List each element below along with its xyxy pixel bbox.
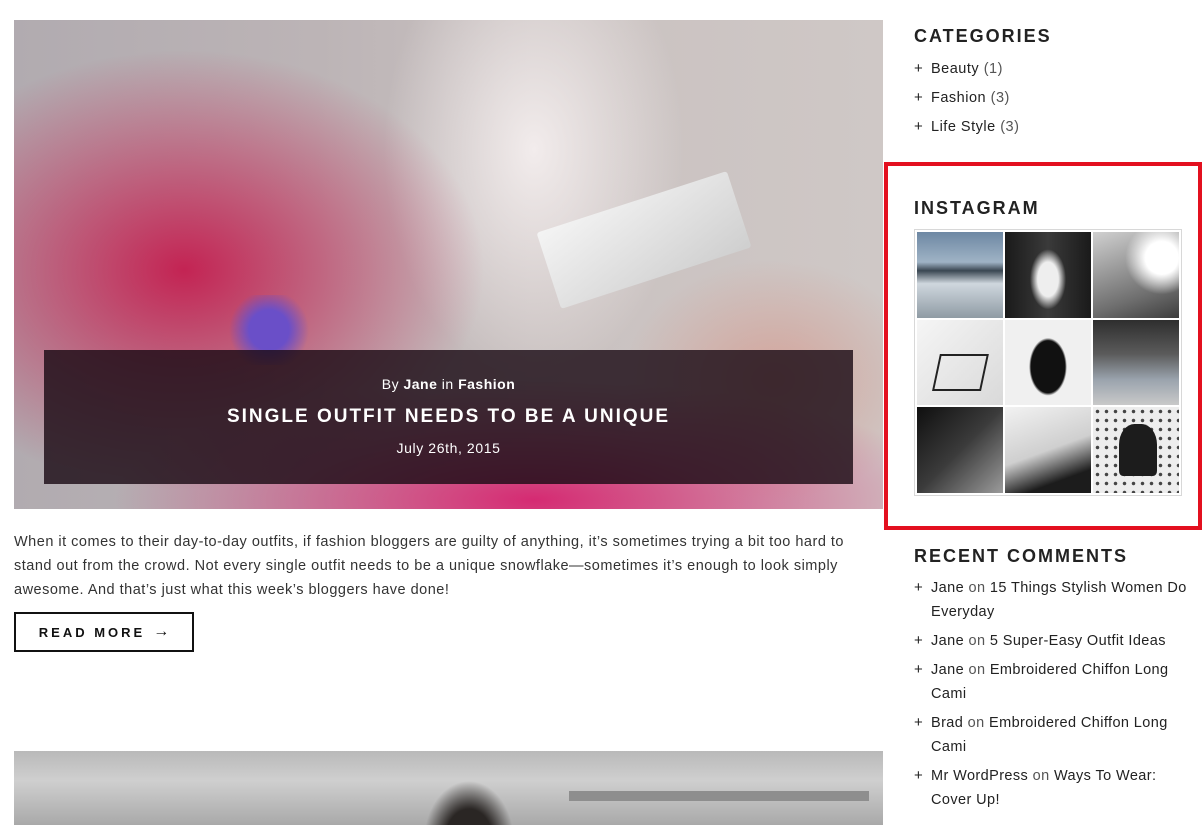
plus-icon: + [914, 118, 924, 135]
plus-icon: + [914, 579, 924, 596]
comment-on: on [1032, 768, 1050, 784]
recent-comments-list: + Jane on 15 Things Stylish Women Do Eve… [914, 576, 1194, 817]
plus-icon: + [914, 714, 924, 731]
post-author-link[interactable]: Jane [403, 376, 437, 392]
category-count: (3) [1000, 119, 1020, 135]
post-header-overlay: By Jane in Fashion SINGLE OUTFIT NEEDS T… [44, 350, 853, 484]
instagram-photo-watch[interactable] [917, 407, 1003, 493]
comment-item: + Jane on 15 Things Stylish Women Do Eve… [914, 576, 1194, 624]
post-excerpt: When it comes to their day-to-day outfit… [14, 534, 844, 598]
category-label[interactable]: Fashion [931, 90, 986, 106]
arrow-right-icon: → [153, 623, 170, 640]
instagram-photo-street-sign[interactable] [1093, 232, 1179, 318]
comment-post-link[interactable]: Embroidered Chiffon Long Cami [931, 662, 1168, 702]
category-item-fashion[interactable]: + Fashion (3) [914, 89, 1019, 118]
plus-icon: + [914, 767, 924, 784]
category-count: (3) [990, 90, 1010, 106]
comment-item: + Jane on 5 Super-Easy Outfit Ideas [914, 629, 1194, 653]
recent-comments-widget-title: RECENT COMMENTS [914, 546, 1128, 566]
instagram-grid [914, 229, 1182, 496]
comment-on: on [967, 715, 985, 731]
instagram-photo-leather-jacket[interactable] [1005, 232, 1091, 318]
instagram-photo-glass-box[interactable] [917, 319, 1003, 406]
category-label[interactable]: Life Style [931, 119, 996, 135]
comment-on: on [968, 580, 986, 596]
category-count: (1) [983, 61, 1003, 77]
comment-on: on [968, 633, 986, 649]
instagram-photo-backpack[interactable] [1005, 319, 1091, 406]
category-item-beauty[interactable]: + Beauty (1) [914, 60, 1019, 89]
post-date: July 26th, 2015 [396, 440, 501, 456]
comment-author: Jane [931, 580, 965, 596]
book-shape [536, 171, 752, 309]
categories-widget-title: CATEGORIES [914, 26, 1052, 46]
comment-author: Mr WordPress [931, 768, 1029, 784]
category-label[interactable]: Beauty [931, 61, 979, 77]
next-post-image[interactable] [14, 751, 883, 825]
comment-item: + Jane on Embroidered Chiffon Long Cami [914, 658, 1194, 706]
instagram-photo-jeans[interactable] [1093, 319, 1179, 406]
comment-item: + Brad on Embroidered Chiffon Long Cami [914, 711, 1194, 759]
plus-icon: + [914, 661, 924, 678]
comment-author: Jane [931, 633, 965, 649]
post-byline: By Jane in Fashion [44, 376, 853, 392]
byline-in: in [441, 376, 454, 392]
categories-list: + Beauty (1) + Fashion (3) + Life Style (3) [914, 60, 1019, 147]
read-more-label: READ MORE [38, 624, 146, 640]
comment-author: Jane [931, 662, 965, 678]
read-more-button[interactable]: READ MORE → [14, 612, 194, 652]
instagram-widget-title: INSTAGRAM [914, 198, 1040, 218]
featured-post-image[interactable]: By Jane in Fashion SINGLE OUTFIT NEEDS T… [14, 20, 883, 509]
byline-prefix: By [381, 376, 400, 392]
category-item-life-style[interactable]: + Life Style (3) [914, 118, 1019, 147]
instagram-photo-child[interactable] [1093, 407, 1179, 493]
instagram-photo-sweater[interactable] [1005, 407, 1091, 493]
comment-author: Brad [931, 715, 964, 731]
instagram-photo-lake[interactable] [917, 232, 1003, 318]
plus-icon: + [914, 632, 924, 649]
plus-icon: + [914, 89, 924, 106]
comment-item: + Mr WordPress on Ways To Wear: Cover Up… [914, 764, 1194, 812]
comment-post-link[interactable]: Embroidered Chiffon Long Cami [931, 715, 1168, 755]
bench-shape [569, 791, 869, 801]
comment-on: on [968, 662, 986, 678]
post-title[interactable]: SINGLE OUTFIT NEEDS TO BE A UNIQUE [44, 406, 853, 428]
plus-icon: + [914, 60, 924, 77]
comment-post-link[interactable]: 5 Super-Easy Outfit Ideas [990, 633, 1166, 649]
post-category-link[interactable]: Fashion [458, 376, 515, 392]
